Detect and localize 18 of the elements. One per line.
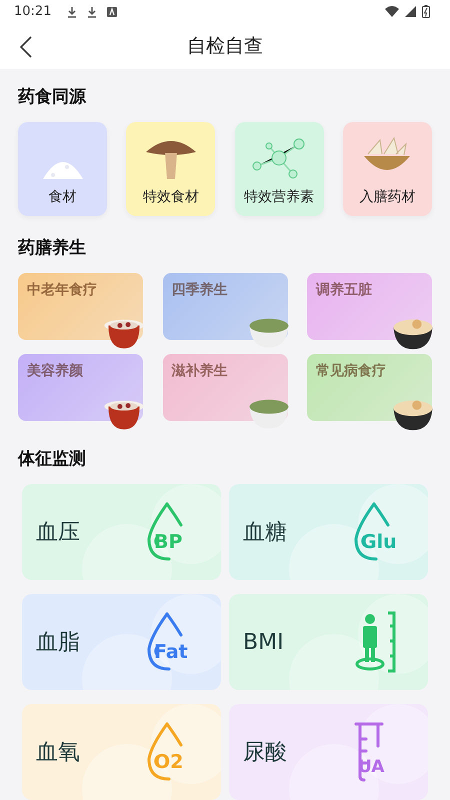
salt-pile-icon xyxy=(40,161,84,180)
notification-icon xyxy=(107,6,118,16)
download-icon xyxy=(87,6,98,18)
section-title: 药膳养生 xyxy=(18,237,86,259)
category-tile[interactable]: 入膳药材 xyxy=(342,122,432,216)
page-title: 自检自查 xyxy=(187,34,263,59)
status-time: 10:21 xyxy=(14,4,52,19)
battery-icon xyxy=(422,5,430,18)
section-title: 药食同源 xyxy=(18,86,86,108)
back-icon[interactable] xyxy=(20,36,32,58)
section-title: 体征监测 xyxy=(18,448,86,470)
download-icon xyxy=(67,6,78,18)
health-check-card[interactable]: BMI xyxy=(229,594,428,690)
category-tile[interactable]: 特效营养素 xyxy=(234,122,324,216)
wifi-icon xyxy=(385,6,399,17)
signal-icon xyxy=(405,6,416,17)
category-tile[interactable]: 特效食材 xyxy=(126,122,216,216)
category-tile[interactable]: 食材 xyxy=(18,122,107,216)
